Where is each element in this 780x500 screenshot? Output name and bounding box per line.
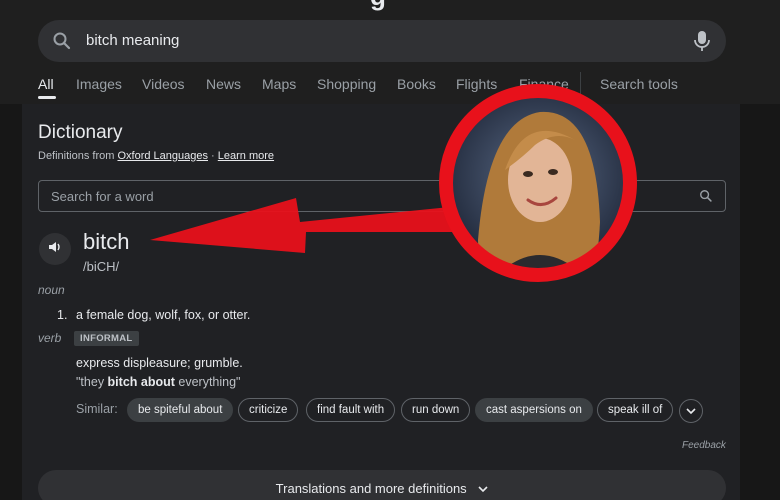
translations-label: Translations and more definitions bbox=[38, 481, 726, 496]
source-separator: · bbox=[208, 150, 218, 162]
tabs-divider bbox=[580, 72, 581, 96]
dictionary-source: Definitions from Oxford Languages · Lear… bbox=[38, 150, 274, 162]
phonetic: /biCH/ bbox=[83, 259, 120, 274]
similar-chip[interactable]: run down bbox=[401, 398, 471, 422]
search-icon[interactable] bbox=[699, 189, 713, 208]
register-badge: INFORMAL bbox=[74, 331, 139, 346]
pronunciation-button[interactable] bbox=[39, 233, 71, 265]
search-bar[interactable]: bitch meaning bbox=[38, 20, 726, 62]
similar-chip[interactable]: cast aspersions on bbox=[475, 398, 593, 422]
search-tabs: All Images Videos News Maps Shopping Boo… bbox=[0, 70, 780, 100]
tab-books[interactable]: Books bbox=[397, 76, 436, 92]
tab-images[interactable]: Images bbox=[76, 76, 122, 92]
active-tab-indicator bbox=[38, 96, 56, 99]
usage-example: "they bitch about everything" bbox=[76, 375, 241, 389]
search-icon[interactable] bbox=[52, 31, 72, 56]
source-prefix: Definitions from bbox=[38, 150, 118, 162]
part-of-speech-verb: verb bbox=[38, 331, 62, 345]
similar-label: Similar: bbox=[76, 402, 118, 416]
example-open: "they bbox=[76, 375, 108, 389]
noun-definition: a female dog, wolf, fox, or otter. bbox=[76, 308, 251, 322]
definition-number: 1. bbox=[57, 308, 68, 322]
headword: bitch bbox=[83, 229, 130, 254]
more-similar-button[interactable] bbox=[679, 399, 703, 423]
tab-flights[interactable]: Flights bbox=[456, 76, 497, 92]
similar-chip[interactable]: criticize bbox=[238, 398, 299, 422]
word-search-input[interactable]: Search for a word bbox=[38, 180, 726, 212]
tab-maps[interactable]: Maps bbox=[262, 76, 296, 92]
example-close: everything" bbox=[174, 375, 241, 389]
similar-chip[interactable]: be spiteful about bbox=[127, 398, 234, 422]
right-gutter bbox=[740, 104, 780, 500]
learn-more-link[interactable]: Learn more bbox=[218, 150, 274, 162]
chevron-down-icon bbox=[686, 402, 696, 420]
speaker-icon bbox=[47, 239, 63, 260]
word-search-placeholder: Search for a word bbox=[51, 189, 154, 204]
dictionary-title: Dictionary bbox=[38, 122, 123, 143]
translations-button[interactable]: Translations and more definitions bbox=[38, 470, 726, 500]
left-gutter bbox=[0, 104, 22, 500]
tab-news[interactable]: News bbox=[206, 76, 241, 92]
oxford-languages-link[interactable]: Oxford Languages bbox=[117, 150, 208, 162]
tab-shopping[interactable]: Shopping bbox=[317, 76, 376, 92]
dictionary-panel bbox=[22, 104, 740, 500]
google-logo-fragment: g bbox=[370, 0, 410, 9]
microphone-icon[interactable] bbox=[692, 29, 712, 58]
tab-finance[interactable]: Finance bbox=[519, 76, 569, 92]
tab-videos[interactable]: Videos bbox=[142, 76, 185, 92]
tab-all[interactable]: All bbox=[38, 76, 54, 92]
tab-search-tools[interactable]: Search tools bbox=[600, 76, 678, 92]
search-query[interactable]: bitch meaning bbox=[86, 32, 179, 49]
feedback-link[interactable]: Feedback bbox=[682, 440, 726, 451]
similar-chip[interactable]: speak ill of bbox=[597, 398, 674, 422]
chevron-down-icon bbox=[478, 486, 488, 493]
similar-chip[interactable]: find fault with bbox=[306, 398, 396, 422]
part-of-speech-noun: noun bbox=[38, 283, 65, 297]
verb-definition: express displeasure; grumble. bbox=[76, 356, 243, 370]
translations-text: Translations and more definitions bbox=[275, 481, 467, 496]
example-bold: bitch about bbox=[107, 375, 175, 389]
